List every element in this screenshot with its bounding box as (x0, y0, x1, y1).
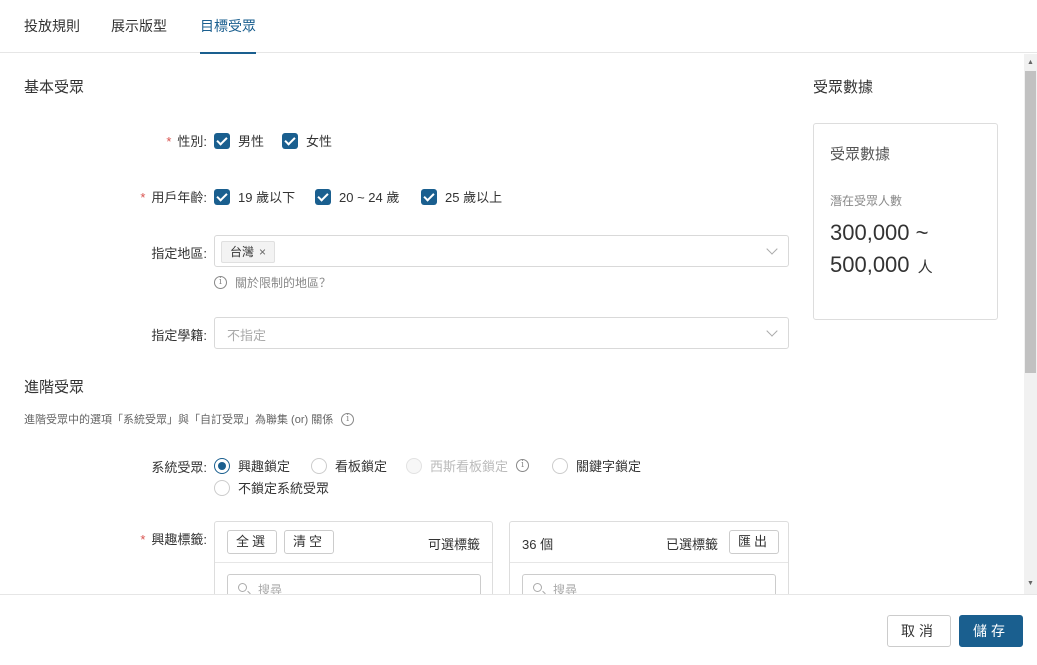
required-mark: * (140, 190, 146, 205)
audience-data-card: 受眾數據 潛在受眾人數 300,000 ~ 500,000 人 (813, 123, 998, 320)
scroll-down-arrow-icon[interactable]: ▼ (1024, 577, 1037, 591)
region-restriction-hint[interactable]: i 關於限制的地區？ (214, 274, 331, 291)
radio-checked-icon (214, 457, 230, 474)
available-tags-search[interactable]: 搜尋 (227, 574, 481, 594)
tab-delivery-rules[interactable]: 投放規則 (24, 0, 80, 53)
region-select[interactable]: 台灣 × (214, 235, 789, 267)
search-icon (238, 583, 247, 592)
checkbox-checked-icon (214, 188, 230, 205)
radio-no-system-targeting[interactable]: 不鎖定系統受眾 (214, 478, 329, 497)
school-select-placeholder: 不指定 (227, 328, 267, 343)
radio-icon (552, 457, 568, 474)
form-content: 基本受眾 * 性別: 男性 女性 * 用戶年齡: 19 歲以下 20 ~ 24 歲 … (0, 54, 1024, 594)
info-icon[interactable]: i (516, 459, 530, 472)
divider (510, 562, 788, 563)
age-20-24-checkbox[interactable]: 20 ~ 24 歲 (315, 187, 399, 206)
checkbox-checked-icon (282, 132, 298, 149)
audience-range-max-row: 500,000 人 (830, 252, 933, 278)
age-label: * 用戶年齡: (140, 190, 207, 205)
selected-tags-search[interactable]: 搜尋 (522, 574, 776, 594)
checkbox-checked-icon (214, 132, 230, 149)
age-over-25-checkbox[interactable]: 25 歲以上 (421, 187, 502, 206)
radio-keyword-targeting[interactable]: 關鍵字鎖定 (552, 456, 641, 475)
scrollbar-thumb[interactable] (1025, 71, 1036, 373)
checkbox-checked-icon (421, 188, 437, 205)
system-audience-label: 系統受眾: (151, 460, 207, 475)
school-select[interactable]: 不指定 (214, 317, 789, 349)
age-under-19-checkbox[interactable]: 19 歲以下 (214, 187, 295, 206)
available-tags-title: 可選標籤 (427, 537, 480, 552)
available-tags-panel: 全選 清空 可選標籤 搜尋 (214, 521, 493, 594)
info-icon: i (214, 276, 227, 289)
tab-display-format[interactable]: 展示版型 (111, 0, 167, 53)
chevron-down-icon (766, 325, 778, 337)
cancel-button[interactable]: 取消 (887, 615, 951, 647)
scroll-up-arrow-icon[interactable]: ▲ (1024, 56, 1037, 70)
save-button[interactable]: 儲存 (959, 615, 1023, 647)
selected-tags-title: 已選標籤 (666, 537, 719, 552)
divider (215, 562, 492, 563)
chevron-down-icon (766, 243, 778, 255)
advanced-audience-note: 進階受眾中的選項「系統受眾」與「自訂受眾」為聯集 (or) 關係 i (24, 411, 355, 427)
required-mark: * (166, 134, 172, 149)
info-icon[interactable]: i (341, 412, 355, 426)
radio-sex-board-targeting: 西斯看板鎖定 i (406, 456, 530, 475)
search-icon (533, 583, 542, 592)
vertical-scrollbar[interactable]: ▲ ▼ (1024, 54, 1037, 594)
region-label: 指定地區: (151, 246, 207, 261)
export-button[interactable]: 匯出 (729, 530, 780, 554)
select-all-button[interactable]: 全選 (227, 530, 278, 554)
required-mark: * (140, 532, 146, 547)
radio-board-targeting[interactable]: 看板鎖定 (311, 456, 387, 475)
footer-bar: 取消 儲存 (0, 594, 1037, 665)
selected-tags-panel: 36 個 已選標籤 匯出 搜尋 (509, 521, 789, 594)
gender-female-checkbox[interactable]: 女性 (282, 131, 332, 150)
tab-bar: 投放規則 展示版型 目標受眾 (0, 0, 1037, 54)
selected-tags-count: 36 個 (522, 537, 554, 552)
tag-remove-icon[interactable]: × (259, 245, 266, 259)
school-label: 指定學籍: (151, 328, 207, 343)
audience-range-max: 500,000 (830, 252, 910, 277)
radio-icon (311, 457, 327, 474)
advanced-audience-title: 進階受眾 (24, 379, 85, 396)
gender-label: * 性別: (166, 134, 207, 149)
radio-icon (214, 479, 230, 496)
audience-range-min: 300,000 ~ (830, 220, 929, 245)
radio-disabled-icon (406, 457, 422, 474)
audience-card-title: 受眾數據 (830, 146, 891, 163)
potential-audience-label: 潛在受眾人數 (830, 194, 903, 208)
gender-male-checkbox[interactable]: 男性 (214, 131, 264, 150)
radio-interest-targeting[interactable]: 興趣鎖定 (214, 456, 290, 475)
interest-tags-label: * 興趣標籤: (140, 532, 207, 547)
tab-target-audience[interactable]: 目標受眾 (200, 0, 256, 54)
checkbox-checked-icon (315, 188, 331, 205)
audience-data-header: 受眾數據 (813, 79, 874, 96)
region-tag: 台灣 × (221, 241, 276, 263)
basic-audience-title: 基本受眾 (24, 79, 85, 96)
audience-unit: 人 (917, 259, 933, 276)
clear-button[interactable]: 清空 (284, 530, 335, 554)
